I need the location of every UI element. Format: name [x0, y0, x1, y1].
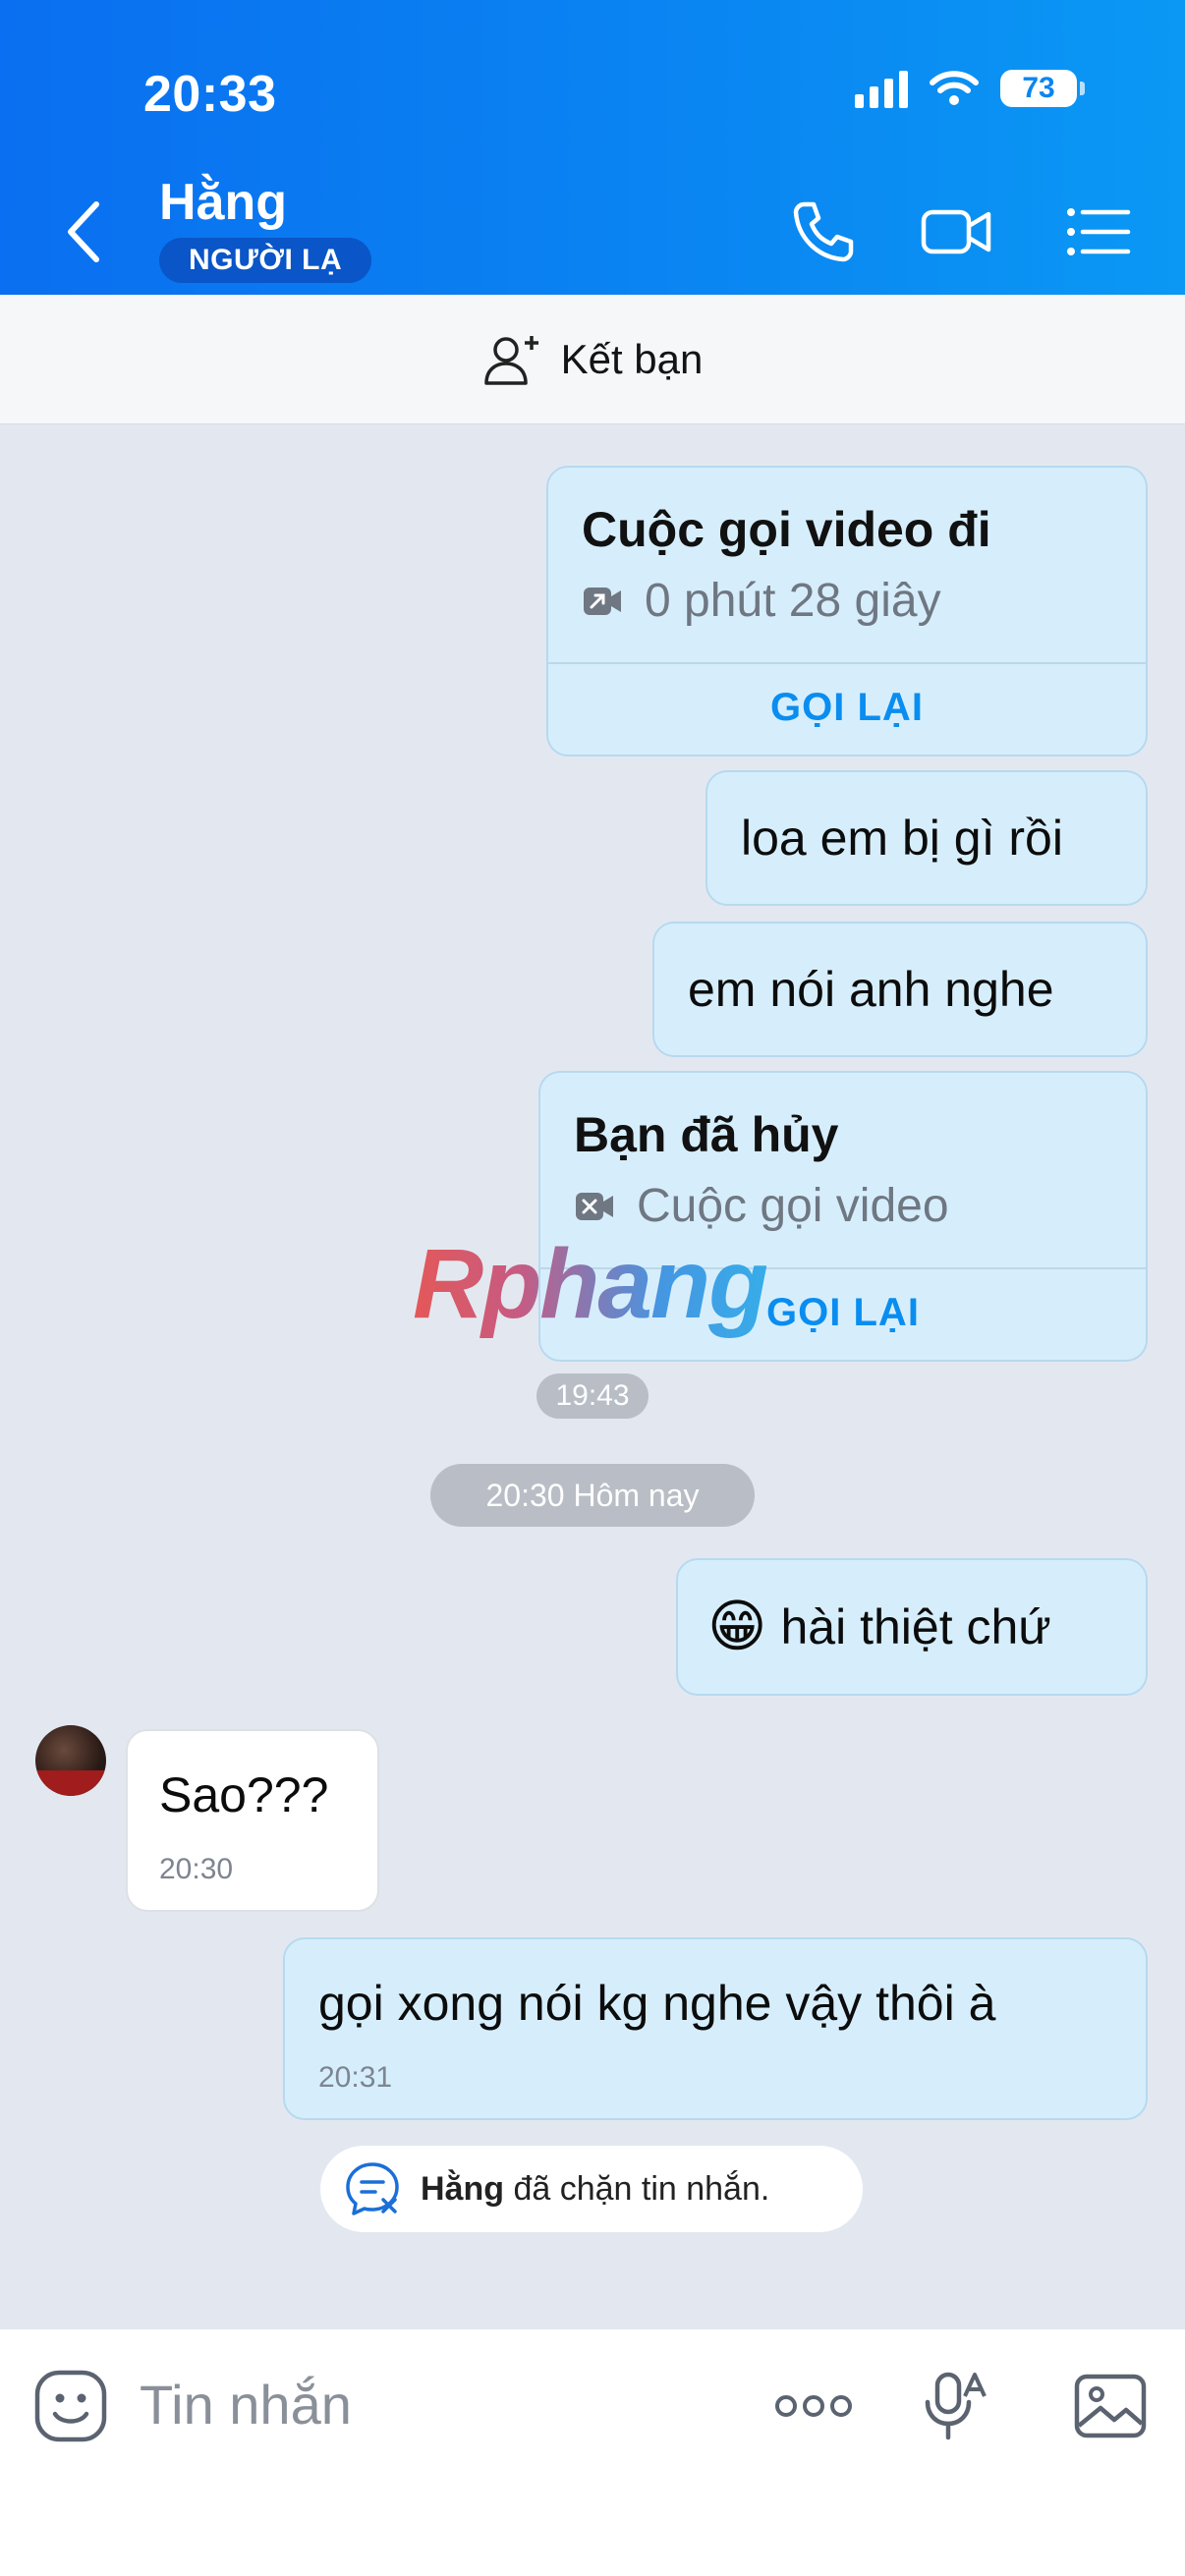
- message-input[interactable]: Tin nhắn: [140, 2373, 352, 2436]
- call-type: Cuộc gọi video: [637, 1180, 949, 1232]
- date-separator: 20:30 Hôm nay: [430, 1464, 755, 1527]
- message-time: 20:30: [159, 1853, 234, 1885]
- add-friend-bar[interactable]: Kết bạn: [0, 295, 1185, 424]
- call-divider: [548, 662, 1146, 664]
- message-incoming[interactable]: Sao??? 20:30: [126, 1729, 379, 1912]
- image-gallery-icon[interactable]: [1073, 2369, 1148, 2443]
- message-input-bar: Tin nhắn: [0, 2328, 1185, 2576]
- call-subtitle: 0 phút 28 giây: [582, 574, 941, 628]
- chat-header: 20:33 73 Hằng NGƯỜI LẠ: [0, 0, 1185, 295]
- video-call-outgoing-icon: [584, 587, 621, 615]
- message-outgoing[interactable]: gọi xong nói kg nghe vậy thôi à 20:31: [283, 1937, 1148, 2120]
- chat-blocked-icon: [346, 2162, 399, 2215]
- video-camera-icon[interactable]: [920, 195, 994, 269]
- grinning-face-emoji: 😁: [707, 1595, 767, 1658]
- message-text: em nói anh nghe: [688, 962, 1054, 1017]
- avatar[interactable]: [35, 1725, 106, 1796]
- contact-name[interactable]: Hằng: [159, 173, 287, 232]
- message-time: 20:31: [318, 2061, 393, 2094]
- call-back-button[interactable]: GỌI LẠI: [548, 686, 1146, 730]
- status-time: 20:33: [143, 66, 277, 123]
- video-call-cancelled-icon: [576, 1192, 613, 1220]
- message-content: 😁 hài thiệt chứ: [707, 1597, 1051, 1656]
- call-card-outgoing[interactable]: Cuộc gọi video đi 0 phút 28 giây GỌI LẠI: [546, 466, 1148, 756]
- watermark-logo: Rphang: [413, 1229, 768, 1339]
- menu-list-icon[interactable]: [1061, 195, 1136, 269]
- add-user-icon: [483, 335, 538, 385]
- voice-to-text-mic-icon[interactable]: [918, 2369, 992, 2443]
- call-duration: 0 phút 28 giây: [645, 575, 941, 627]
- message-text: gọi xong nói kg nghe vậy thôi à: [318, 1976, 996, 2031]
- phone-icon[interactable]: [786, 195, 861, 269]
- message-text: hài thiệt chứ: [780, 1599, 1051, 1654]
- add-friend-label: Kết bạn: [560, 335, 704, 382]
- stranger-badge: NGƯỜI LẠ: [159, 238, 372, 283]
- message-outgoing[interactable]: em nói anh nghe: [652, 922, 1148, 1057]
- more-options-icon[interactable]: [772, 2369, 855, 2443]
- blocked-notice: Hằng đã chặn tin nhắn.: [320, 2146, 863, 2232]
- call-title: Bạn đã hủy: [574, 1107, 839, 1162]
- blocked-message: đã chặn tin nhắn.: [504, 2169, 770, 2208]
- blocked-text: Hằng đã chặn tin nhắn.: [421, 2170, 769, 2209]
- message-text: Sao???: [159, 1767, 329, 1822]
- message-text: loa em bị gì rồi: [741, 811, 1063, 866]
- wifi-icon: [930, 71, 979, 105]
- status-icons: 73: [855, 69, 1085, 108]
- call-title: Cuộc gọi video đi: [582, 502, 991, 557]
- sticker-smiley-icon[interactable]: [33, 2369, 108, 2443]
- message-outgoing[interactable]: loa em bị gì rồi: [705, 770, 1148, 906]
- call-subtitle: Cuộc gọi video: [574, 1179, 949, 1233]
- back-arrow-icon[interactable]: [61, 196, 108, 267]
- cellular-signal-icon: [855, 69, 908, 108]
- blocked-user-name: Hằng: [421, 2169, 504, 2208]
- call-time-badge: 19:43: [536, 1373, 649, 1419]
- battery-icon: 73: [1000, 70, 1085, 107]
- message-outgoing[interactable]: 😁 hài thiệt chứ: [676, 1558, 1148, 1696]
